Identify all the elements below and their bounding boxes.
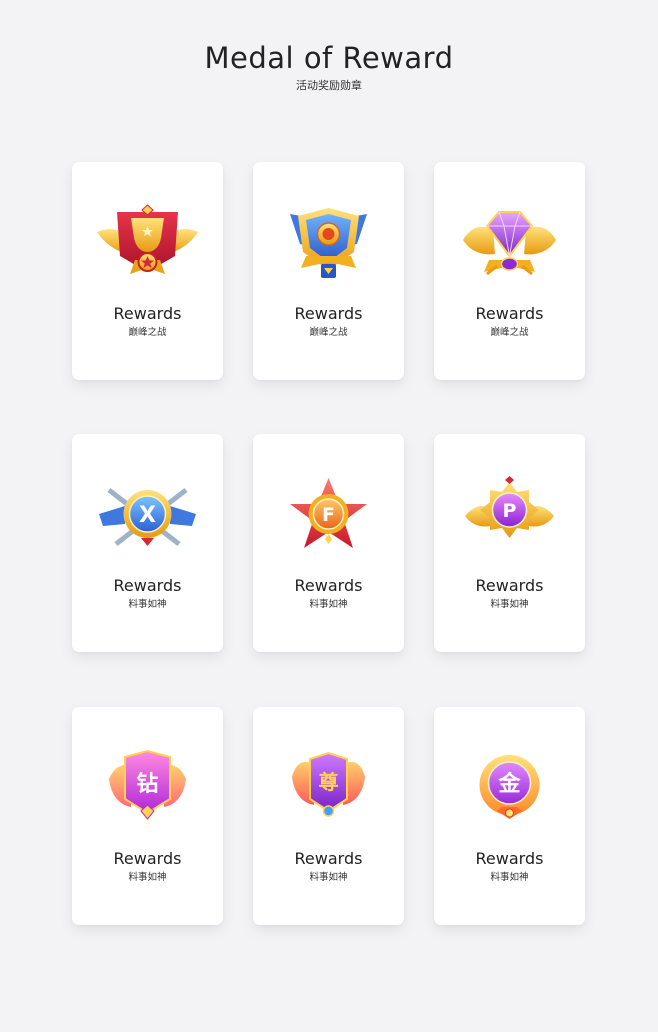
medal-card[interactable]: 钻 Rewards 料事如神 (72, 707, 223, 925)
medal-card[interactable]: 尊 Rewards 料事如神 (253, 707, 404, 925)
medal-card[interactable]: Rewards 巅峰之战 (434, 162, 585, 380)
x-swords-medal-icon: X (99, 488, 196, 546)
medal-glyph: 尊 (319, 770, 339, 794)
card-subtitle: 料事如神 (490, 872, 529, 883)
card-subtitle: 料事如神 (309, 872, 348, 883)
card-title: Rewards (294, 576, 363, 595)
medal-glyph: F (322, 504, 335, 526)
card-title: Rewards (113, 304, 182, 323)
medal-glyph: X (139, 503, 156, 528)
medal-grid: Rewards 巅峰之战 Rewards 巅峰之战 Rewards 巅峰之战 X… (0, 0, 658, 1032)
card-title: Rewards (475, 849, 544, 868)
card-title: Rewards (113, 849, 182, 868)
card-title: Rewards (294, 849, 363, 868)
card-subtitle: 料事如神 (490, 599, 529, 610)
p-sun-medal-icon: P (465, 476, 554, 538)
card-subtitle: 料事如神 (309, 599, 348, 610)
trophy-winged-medal-icon (97, 204, 198, 274)
medal-card[interactable]: P Rewards 料事如神 (434, 434, 585, 652)
card-title: Rewards (475, 576, 544, 595)
purple-gem-medal-icon (463, 211, 556, 276)
card-title: Rewards (113, 576, 182, 595)
medal-card[interactable]: Rewards 巅峰之战 (72, 162, 223, 380)
medal-card[interactable]: 金 Rewards 料事如神 (434, 707, 585, 925)
card-title: Rewards (475, 304, 544, 323)
card-subtitle: 巅峰之战 (490, 327, 529, 338)
honor-char-medal-icon: 尊 (292, 751, 365, 817)
card-subtitle: 巅峰之战 (128, 327, 167, 338)
medal-card[interactable]: F Rewards 料事如神 (253, 434, 404, 652)
medal-glyph: 金 (497, 771, 521, 797)
medal-glyph: 钻 (136, 771, 158, 797)
blue-shield-medal-icon (290, 208, 367, 278)
f-star-medal-icon: F (290, 478, 367, 548)
card-title: Rewards (294, 304, 363, 323)
card-subtitle: 巅峰之战 (309, 327, 348, 338)
card-subtitle: 料事如神 (128, 872, 167, 883)
medal-glyph: P (503, 500, 517, 522)
card-subtitle: 料事如神 (128, 599, 167, 610)
medal-card[interactable]: X Rewards 料事如神 (72, 434, 223, 652)
gold-char-medal-icon: 金 (479, 755, 540, 819)
medal-card[interactable]: Rewards 巅峰之战 (253, 162, 404, 380)
diamond-char-medal-icon: 钻 (109, 749, 186, 820)
